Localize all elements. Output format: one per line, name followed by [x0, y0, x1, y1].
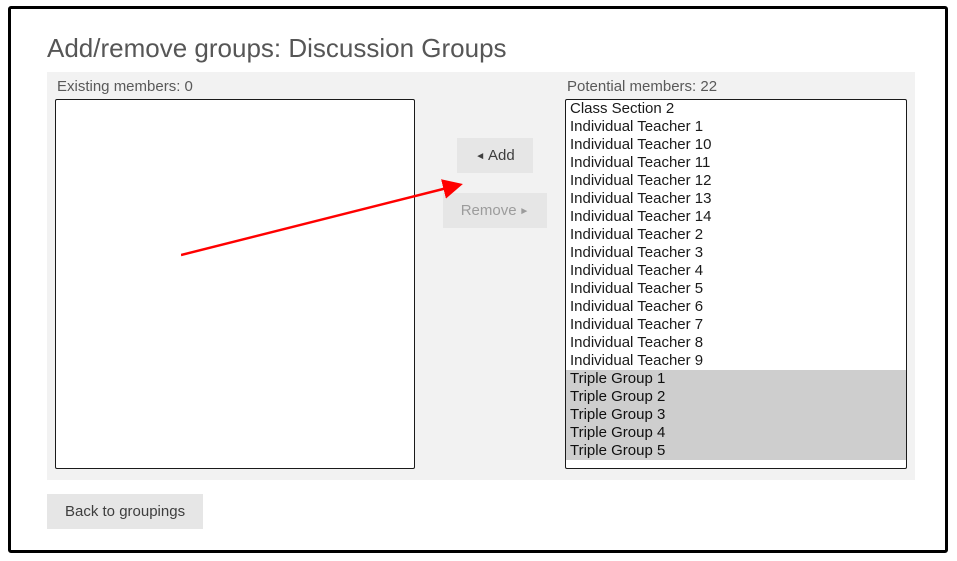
- list-item[interactable]: Individual Teacher 6: [566, 298, 906, 316]
- potential-members-list[interactable]: Class Section 2Individual Teacher 1Indiv…: [565, 99, 907, 469]
- list-item[interactable]: Individual Teacher 7: [566, 316, 906, 334]
- potential-count: 22: [700, 78, 717, 95]
- list-item[interactable]: Individual Teacher 11: [566, 154, 906, 172]
- list-item[interactable]: Triple Group 4: [566, 424, 906, 442]
- list-item[interactable]: Individual Teacher 1: [566, 118, 906, 136]
- list-item[interactable]: Triple Group 5: [566, 442, 906, 460]
- existing-members-label: Existing members: 0: [57, 78, 415, 95]
- list-item[interactable]: Class Section 2: [566, 100, 906, 118]
- list-item[interactable]: Individual Teacher 10: [566, 136, 906, 154]
- list-item[interactable]: Individual Teacher 5: [566, 280, 906, 298]
- potential-label-text: Potential members:: [567, 78, 700, 95]
- list-item[interactable]: Triple Group 3: [566, 406, 906, 424]
- group-assign-panel: Existing members: 0 Add Remove Potential…: [47, 72, 915, 480]
- list-item[interactable]: Triple Group 2: [566, 388, 906, 406]
- existing-label-text: Existing members:: [57, 78, 185, 95]
- add-button[interactable]: Add: [457, 138, 532, 173]
- page-title: Add/remove groups: Discussion Groups: [47, 33, 915, 64]
- back-to-groupings-button[interactable]: Back to groupings: [47, 494, 203, 529]
- list-item[interactable]: Individual Teacher 3: [566, 244, 906, 262]
- potential-members-label: Potential members: 22: [567, 78, 907, 95]
- list-item[interactable]: Individual Teacher 9: [566, 352, 906, 370]
- list-item[interactable]: Individual Teacher 14: [566, 208, 906, 226]
- list-item[interactable]: Individual Teacher 8: [566, 334, 906, 352]
- list-item[interactable]: Triple Group 1: [566, 370, 906, 388]
- list-item[interactable]: Individual Teacher 12: [566, 172, 906, 190]
- list-item[interactable]: Individual Teacher 4: [566, 262, 906, 280]
- list-item[interactable]: Individual Teacher 13: [566, 190, 906, 208]
- existing-members-list[interactable]: [55, 99, 415, 469]
- remove-button[interactable]: Remove: [443, 193, 548, 228]
- list-item[interactable]: Individual Teacher 2: [566, 226, 906, 244]
- existing-count: 0: [185, 78, 193, 95]
